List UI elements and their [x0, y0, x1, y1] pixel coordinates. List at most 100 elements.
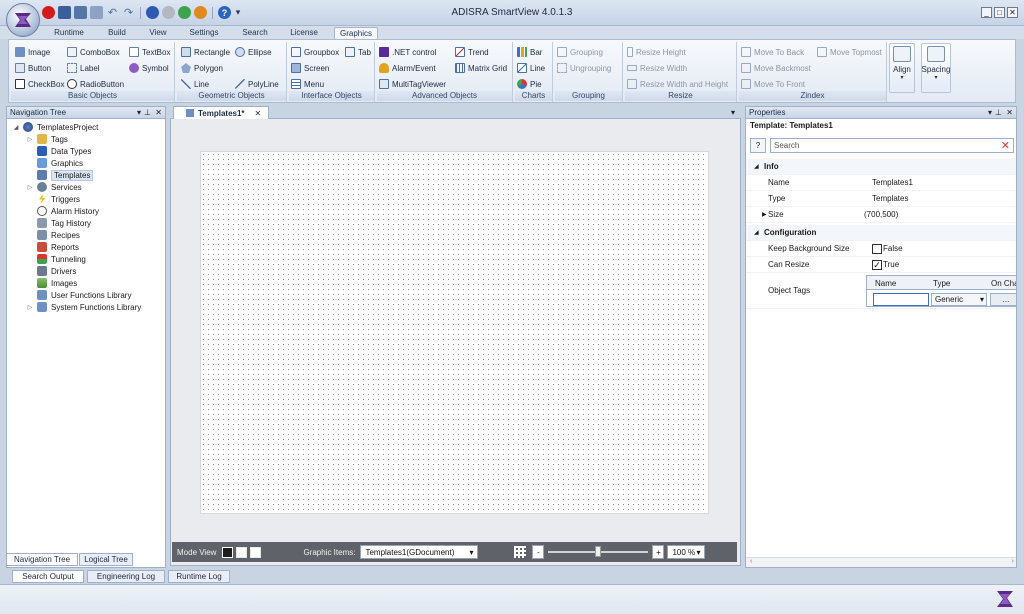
close-button[interactable]: ✕ [1007, 7, 1018, 18]
resize-width-button[interactable]: Resize Width [627, 62, 687, 74]
tab-search-output[interactable]: Search Output [12, 570, 84, 583]
tab-graphics[interactable]: Graphics [334, 27, 378, 39]
resize-width-height-button[interactable]: Resize Width and Height [627, 78, 728, 90]
select-mode-icon[interactable] [222, 546, 234, 558]
section-info[interactable]: ◢ Info [746, 159, 1016, 175]
zoom-slider[interactable] [548, 545, 649, 559]
tree-item-tags[interactable]: ▷ Tags [27, 133, 68, 145]
tab-view[interactable]: View [146, 27, 170, 39]
ungrouping-button[interactable]: Ungrouping [557, 62, 611, 74]
trend-tool[interactable]: Trend [455, 46, 489, 58]
graphic-items-select[interactable]: Templates1(GDocument) ▾ [360, 545, 479, 559]
maximize-button[interactable]: □ [994, 7, 1005, 18]
tab-settings[interactable]: Settings [186, 27, 222, 39]
image-tool[interactable]: Image [15, 46, 50, 58]
move-backmost-button[interactable]: Move Backmost [741, 62, 811, 74]
tree-item-triggers[interactable]: Triggers [27, 193, 80, 205]
matrix-grid-tool[interactable]: Matrix Grid [455, 62, 507, 74]
minimize-button[interactable]: _ [981, 7, 992, 18]
pin-icon[interactable]: ⊥ [995, 107, 1002, 119]
grouping-button[interactable]: Grouping [557, 46, 603, 58]
tree-item-drivers[interactable]: Drivers [27, 265, 76, 277]
pin-icon[interactable]: ⊥ [144, 107, 151, 119]
tree-item-alarm-history[interactable]: Alarm History [27, 205, 99, 217]
scroll-left-icon[interactable]: ‹ [750, 558, 752, 565]
horizontal-scrollbar[interactable]: ‹ › [746, 557, 1016, 567]
textbox-tool[interactable]: TextBox [129, 46, 170, 58]
dropdown-icon[interactable]: ▾ [988, 107, 992, 119]
zoom-select[interactable]: 100 % ▾ [667, 545, 706, 559]
move-topmost-button[interactable]: Move Topmost [817, 46, 882, 58]
tree-root[interactable]: ◢ TemplatesProject [13, 121, 98, 133]
move-to-back-button[interactable]: Move To Back [741, 46, 804, 58]
resize-height-button[interactable]: Resize Height [627, 46, 686, 58]
expand-icon[interactable]: ▶ [762, 211, 767, 218]
tab-runtime[interactable]: Runtime [50, 27, 88, 39]
pie-chart-tool[interactable]: Pie [517, 78, 542, 90]
keep-background-checkbox[interactable]: False [872, 243, 903, 254]
tree-item-graphics[interactable]: Graphics [27, 157, 83, 169]
bar-chart-tool[interactable]: Bar [517, 46, 542, 58]
close-icon[interactable]: ✕ [1006, 107, 1013, 119]
scroll-right-icon[interactable]: › [1012, 558, 1014, 565]
tree-item-services[interactable]: ▷ Services [27, 181, 82, 193]
tab-engineering-log[interactable]: Engineering Log [87, 570, 165, 583]
tab-license[interactable]: License [287, 27, 321, 39]
button-tool[interactable]: Button [15, 62, 51, 74]
move-to-front-button[interactable]: Move To Front [741, 78, 805, 90]
line-chart-tool[interactable]: Line [517, 62, 545, 74]
expand-icon[interactable]: ▷ [27, 304, 33, 311]
groupbox-tool[interactable]: Groupbox [291, 46, 339, 58]
collapse-icon[interactable]: ◢ [754, 163, 759, 170]
property-row-type[interactable]: Type Templates [746, 191, 1016, 207]
close-icon[interactable]: ✕ [255, 109, 262, 118]
zoom-slider-thumb[interactable] [595, 546, 602, 557]
section-configuration[interactable]: ◢ Configuration [746, 225, 1016, 241]
tab-build[interactable]: Build [104, 27, 130, 39]
tag-name-input[interactable] [873, 293, 929, 306]
tree-item-recipes[interactable]: Recipes [27, 229, 80, 241]
checkbox-tool[interactable]: CheckBox [15, 78, 64, 90]
label-tool[interactable]: Label [67, 62, 100, 74]
property-row-keep-background[interactable]: Keep Background Size False [746, 241, 1016, 257]
polyline-tool[interactable]: PolyLine [235, 78, 279, 90]
collapse-icon[interactable]: ◢ [754, 229, 759, 236]
collapse-icon[interactable]: ◢ [13, 124, 19, 131]
zoom-out-button[interactable]: - [532, 545, 545, 559]
dotnet-control-tool[interactable]: .NET control [379, 46, 436, 58]
align-button[interactable]: Align ▾ [889, 43, 915, 93]
line-tool[interactable]: Line [181, 78, 209, 90]
tab-navigation-tree[interactable]: Navigation Tree [6, 553, 78, 566]
expand-icon[interactable]: ▷ [27, 184, 33, 191]
multitagviewer-tool[interactable]: MultiTagViewer [379, 78, 446, 90]
on-change-button[interactable]: ... [990, 293, 1016, 306]
document-list-dropdown-icon[interactable]: ▾ [731, 108, 735, 117]
menu-tool[interactable]: Menu [291, 78, 324, 90]
property-row-object-tags[interactable]: Object Tags Name Type On Cha Generic ▾ .… [746, 273, 1016, 309]
tree-item-tunneling[interactable]: Tunneling [27, 253, 86, 265]
tree-item-tag-history[interactable]: Tag History [27, 217, 91, 229]
tab-logical-tree[interactable]: Logical Tree [79, 553, 133, 566]
tree-item-user-functions[interactable]: User Functions Library [27, 289, 131, 301]
tree-item-templates[interactable]: Templates [27, 169, 94, 181]
can-resize-checkbox[interactable]: ✓ True [872, 259, 899, 270]
radiobutton-tool[interactable]: RadioButton [67, 78, 124, 90]
edit-mode-icon[interactable] [236, 546, 248, 558]
ellipse-tool[interactable]: Ellipse [235, 46, 272, 58]
zoom-in-button[interactable]: + [652, 545, 665, 559]
tag-type-select[interactable]: Generic ▾ [931, 293, 987, 306]
clear-search-icon[interactable]: ✕ [1001, 139, 1010, 152]
minimize-mode-icon[interactable] [250, 546, 262, 558]
symbol-tool[interactable]: Symbol [129, 62, 169, 74]
property-row-size[interactable]: ▶ Size (700,500) [746, 207, 1016, 223]
rectangle-tool[interactable]: Rectangle [181, 46, 230, 58]
tab-runtime-log[interactable]: Runtime Log [168, 570, 230, 583]
help-button[interactable]: ? [750, 138, 766, 153]
alarm-event-tool[interactable]: Alarm/Event [379, 62, 436, 74]
property-row-can-resize[interactable]: Can Resize ✓ True [746, 257, 1016, 273]
spacing-button[interactable]: Spacing ▾ [921, 43, 951, 93]
close-icon[interactable]: ✕ [155, 107, 162, 119]
tree-item-system-functions[interactable]: ▷ System Functions Library [27, 301, 141, 313]
tab-search[interactable]: Search [239, 27, 271, 39]
tree-item-reports[interactable]: Reports [27, 241, 79, 253]
